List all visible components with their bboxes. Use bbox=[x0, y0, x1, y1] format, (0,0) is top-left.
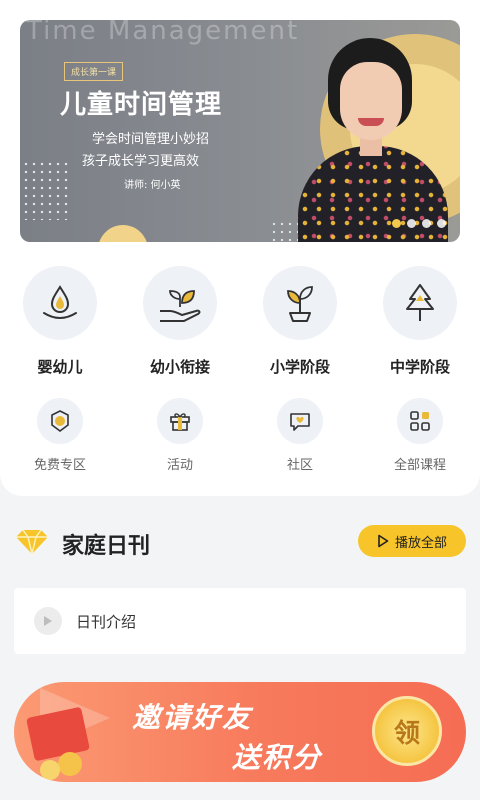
play-all-label: 播放全部 bbox=[394, 535, 447, 551]
portrait-smile bbox=[358, 118, 384, 126]
category-label: 小学阶段 bbox=[269, 358, 330, 376]
top-card: Time Management 成长第一课 儿童时间管理 学会时间管理小妙招 孩… bbox=[0, 0, 480, 496]
category-primary[interactable]: 小学阶段 bbox=[240, 266, 360, 377]
gift-icon bbox=[157, 398, 203, 444]
category-infant[interactable]: 婴幼儿 bbox=[0, 266, 120, 377]
play-icon bbox=[378, 534, 389, 548]
carousel-dot[interactable] bbox=[407, 219, 416, 228]
shortcut-free[interactable]: 免费专区 bbox=[0, 398, 120, 473]
carousel-dot[interactable] bbox=[437, 219, 446, 228]
carousel-dot[interactable] bbox=[392, 219, 401, 228]
carousel-dot[interactable] bbox=[422, 219, 431, 228]
banner-lecturer: 讲师: 何小英 bbox=[124, 180, 181, 191]
shortcut-label: 社区 bbox=[286, 458, 313, 473]
shortcut-all-courses[interactable]: 全部课程 bbox=[360, 398, 480, 473]
play-icon[interactable] bbox=[34, 607, 62, 635]
dot-pattern bbox=[22, 160, 68, 220]
intro-label: 日刊介绍 bbox=[76, 612, 137, 631]
course-banner[interactable]: Time Management 成长第一课 儿童时间管理 学会时间管理小妙招 孩… bbox=[20, 20, 460, 242]
shortcut-row: 免费专区 活动 社区 全部课程 bbox=[0, 398, 480, 473]
carousel-indicator[interactable] bbox=[392, 219, 446, 228]
shortcut-label: 免费专区 bbox=[33, 458, 86, 473]
shortcut-activity[interactable]: 活动 bbox=[120, 398, 240, 473]
shortcut-community[interactable]: 社区 bbox=[240, 398, 360, 473]
red-envelope-icon bbox=[26, 706, 90, 762]
grid-icon bbox=[397, 398, 443, 444]
invite-subtitle: 送积分 bbox=[232, 741, 323, 774]
section-title: 家庭日刊 bbox=[62, 534, 151, 559]
daily-section-header: 家庭日刊 播放全部 bbox=[0, 518, 480, 566]
tree-icon bbox=[383, 266, 457, 340]
diamond-icon bbox=[16, 529, 48, 555]
invite-friends-banner[interactable]: 邀请好友 送积分 领 bbox=[14, 682, 466, 782]
category-label: 中学阶段 bbox=[389, 358, 450, 376]
shortcut-label: 全部课程 bbox=[393, 458, 446, 473]
heart-chat-icon bbox=[277, 398, 323, 444]
free-badge-icon bbox=[37, 398, 83, 444]
water-drop-icon bbox=[23, 266, 97, 340]
hand-sprout-icon bbox=[143, 266, 217, 340]
banner-title: 儿童时间管理 bbox=[60, 90, 223, 120]
coin-icon bbox=[40, 760, 60, 780]
portrait-face bbox=[340, 62, 402, 140]
category-label: 幼小衔接 bbox=[149, 358, 210, 376]
coin-icon bbox=[58, 752, 82, 776]
category-label: 婴幼儿 bbox=[37, 358, 83, 376]
claim-coin-button[interactable]: 领 bbox=[372, 696, 442, 766]
category-secondary[interactable]: 中学阶段 bbox=[360, 266, 480, 377]
lecturer-portrait bbox=[292, 36, 452, 242]
play-all-button[interactable]: 播放全部 bbox=[358, 525, 466, 557]
banner-subtitle: 孩子成长学习更高效 bbox=[82, 154, 200, 169]
banner-subtitle: 学会时间管理小妙招 bbox=[92, 132, 210, 147]
sun-decoration bbox=[98, 225, 148, 242]
invite-title: 邀请好友 bbox=[132, 701, 253, 734]
stage-categories: 婴幼儿 幼小衔接 小学阶段 中学阶段 bbox=[0, 266, 480, 377]
category-preschool[interactable]: 幼小衔接 bbox=[120, 266, 240, 377]
banner-watermark: Time Management bbox=[26, 20, 300, 46]
plant-pot-icon bbox=[263, 266, 337, 340]
shortcut-label: 活动 bbox=[166, 458, 193, 473]
banner-tag: 成长第一课 bbox=[64, 62, 124, 81]
daily-intro-item[interactable]: 日刊介绍 bbox=[14, 588, 466, 654]
